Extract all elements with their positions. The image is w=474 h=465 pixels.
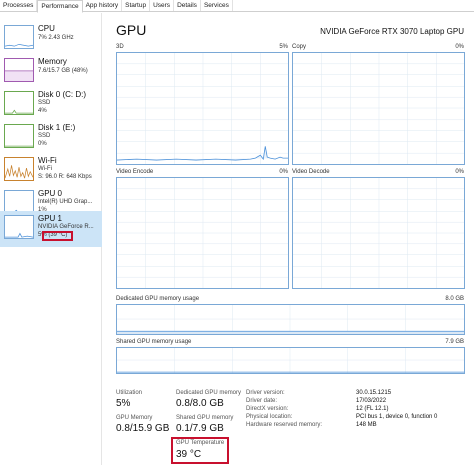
engine-pct-copy: 0% xyxy=(455,44,464,50)
tab-startup[interactable]: Startup xyxy=(122,0,151,11)
graph-video-decode xyxy=(292,177,465,289)
dedicated-gpu-memory-value: 0.8/8.0 GB xyxy=(176,398,224,409)
sidebar-item-label: Memory xyxy=(38,57,67,66)
physical-location-key: Physical location: xyxy=(246,414,293,420)
tab-services[interactable]: Services xyxy=(201,0,233,11)
gpu-memory-value: 0.8/15.9 GB xyxy=(116,423,170,434)
graph-copy xyxy=(292,52,465,165)
sidebar-item-wifi[interactable]: Wi-Fi Wi-Fi S: 96.0 R: 648 Kbps xyxy=(0,153,102,186)
graph-shared-memory xyxy=(116,347,465,374)
sidebar-item-detail: SSD xyxy=(38,100,51,106)
disk1-thumbnail xyxy=(4,124,34,148)
sidebar-item-detail: NVIDIA GeForce R... xyxy=(38,224,94,230)
engine-label-copy[interactable]: Copy xyxy=(292,44,306,50)
disk0-thumbnail xyxy=(4,91,34,115)
sidebar-item-label: GPU 1 xyxy=(38,214,63,223)
sidebar-item-gpu1[interactable]: GPU 1 NVIDIA GeForce R... 5% (39 °C) xyxy=(0,211,102,247)
dedicated-gpu-memory-label: Dedicated GPU memory xyxy=(176,390,242,396)
sidebar-item-detail: 7.6/15.7 GB (48%) xyxy=(38,68,88,74)
sidebar-item-usage: 0% xyxy=(38,141,47,147)
sidebar-item-detail: SSD xyxy=(38,133,51,139)
sidebar-item-label: Wi-Fi xyxy=(38,156,57,165)
engine-pct-video-encode: 0% xyxy=(279,169,288,175)
tab-users[interactable]: Users xyxy=(150,0,175,11)
driver-version-value: 30.0.15.1215 xyxy=(356,390,392,396)
sidebar-item-detail: Intel(R) UHD Grap... xyxy=(38,199,93,205)
sidebar-item-label: CPU xyxy=(38,24,55,33)
sidebar-item-disk0[interactable]: Disk 0 (C: D:) SSD 4% xyxy=(0,87,102,120)
shared-gpu-memory-label: Shared GPU memory xyxy=(176,415,234,421)
tab-performance[interactable]: Performance xyxy=(37,0,83,13)
gpu-temperature-value: 39 °C xyxy=(176,449,202,460)
sidebar-item-detail: 7% 2.43 GHz xyxy=(38,35,74,41)
dedicated-memory-label: Dedicated GPU memory usage xyxy=(116,296,200,302)
shared-memory-max: 7.9 GB xyxy=(445,339,464,345)
sidebar-item-detail: Wi-Fi xyxy=(38,166,52,172)
sidebar-item-label: Disk 1 (E:) xyxy=(38,123,76,132)
shared-memory-label: Shared GPU memory usage xyxy=(116,339,192,345)
memory-thumbnail xyxy=(4,58,34,82)
engine-pct-video-decode: 0% xyxy=(455,169,464,175)
directx-version-value: 12 (FL 12.1) xyxy=(356,406,389,412)
gpu-memory-label: GPU Memory xyxy=(116,415,153,421)
driver-date-key: Driver date: xyxy=(246,398,278,404)
dedicated-memory-max: 8.0 GB xyxy=(445,296,464,302)
graph-3d xyxy=(116,52,289,165)
driver-date-value: 17/03/2022 xyxy=(356,398,387,404)
gpu-temperature-label: GPU Temperature xyxy=(176,440,225,446)
resource-sidebar: CPU 7% 2.43 GHz Memory 7.6/15.7 GB (48%)… xyxy=(0,13,102,465)
gpu-model-name: NVIDIA GeForce RTX 3070 Laptop GPU xyxy=(320,27,464,36)
hardware-reserved-memory-value: 148 MB xyxy=(356,422,377,428)
engine-label-3d[interactable]: 3D xyxy=(116,44,124,50)
tab-app-history[interactable]: App history xyxy=(83,0,123,11)
sidebar-item-disk1[interactable]: Disk 1 (E:) SSD 0% xyxy=(0,120,102,153)
utilization-label: Utilization xyxy=(116,390,143,396)
shared-gpu-memory-value: 0.1/7.9 GB xyxy=(176,423,224,434)
tab-processes[interactable]: Processes xyxy=(0,0,38,11)
directx-version-key: DirectX version: xyxy=(246,406,289,412)
hardware-reserved-memory-key: Hardware reserved memory: xyxy=(246,422,323,428)
sidebar-item-label: GPU 0 xyxy=(38,189,63,198)
temperature-highlight-box xyxy=(42,231,73,241)
sidebar-item-cpu[interactable]: CPU 7% 2.43 GHz xyxy=(0,21,102,54)
sidebar-item-memory[interactable]: Memory 7.6/15.7 GB (48%) xyxy=(0,54,102,87)
graph-dedicated-memory xyxy=(116,304,465,335)
sidebar-item-throughput: S: 96.0 R: 648 Kbps xyxy=(38,174,92,180)
page-title: GPU xyxy=(116,22,147,38)
driver-version-key: Driver version: xyxy=(246,390,285,396)
engine-label-video-encode[interactable]: Video Encode xyxy=(116,169,153,175)
utilization-value: 5% xyxy=(116,398,131,409)
engine-label-video-decode[interactable]: Video Decode xyxy=(292,169,330,175)
engine-pct-3d: 5% xyxy=(279,44,288,50)
tab-bar: Processes Performance App history Startu… xyxy=(0,0,474,13)
graph-video-encode xyxy=(116,177,289,289)
sidebar-item-label: Disk 0 (C: D:) xyxy=(38,90,86,99)
tab-details[interactable]: Details xyxy=(174,0,201,11)
sidebar-item-usage: 4% xyxy=(38,108,47,114)
gpu1-thumbnail xyxy=(4,215,34,239)
wifi-thumbnail xyxy=(4,157,34,181)
physical-location-value: PCI bus 1, device 0, function 0 xyxy=(356,414,438,420)
cpu-thumbnail xyxy=(4,25,34,49)
